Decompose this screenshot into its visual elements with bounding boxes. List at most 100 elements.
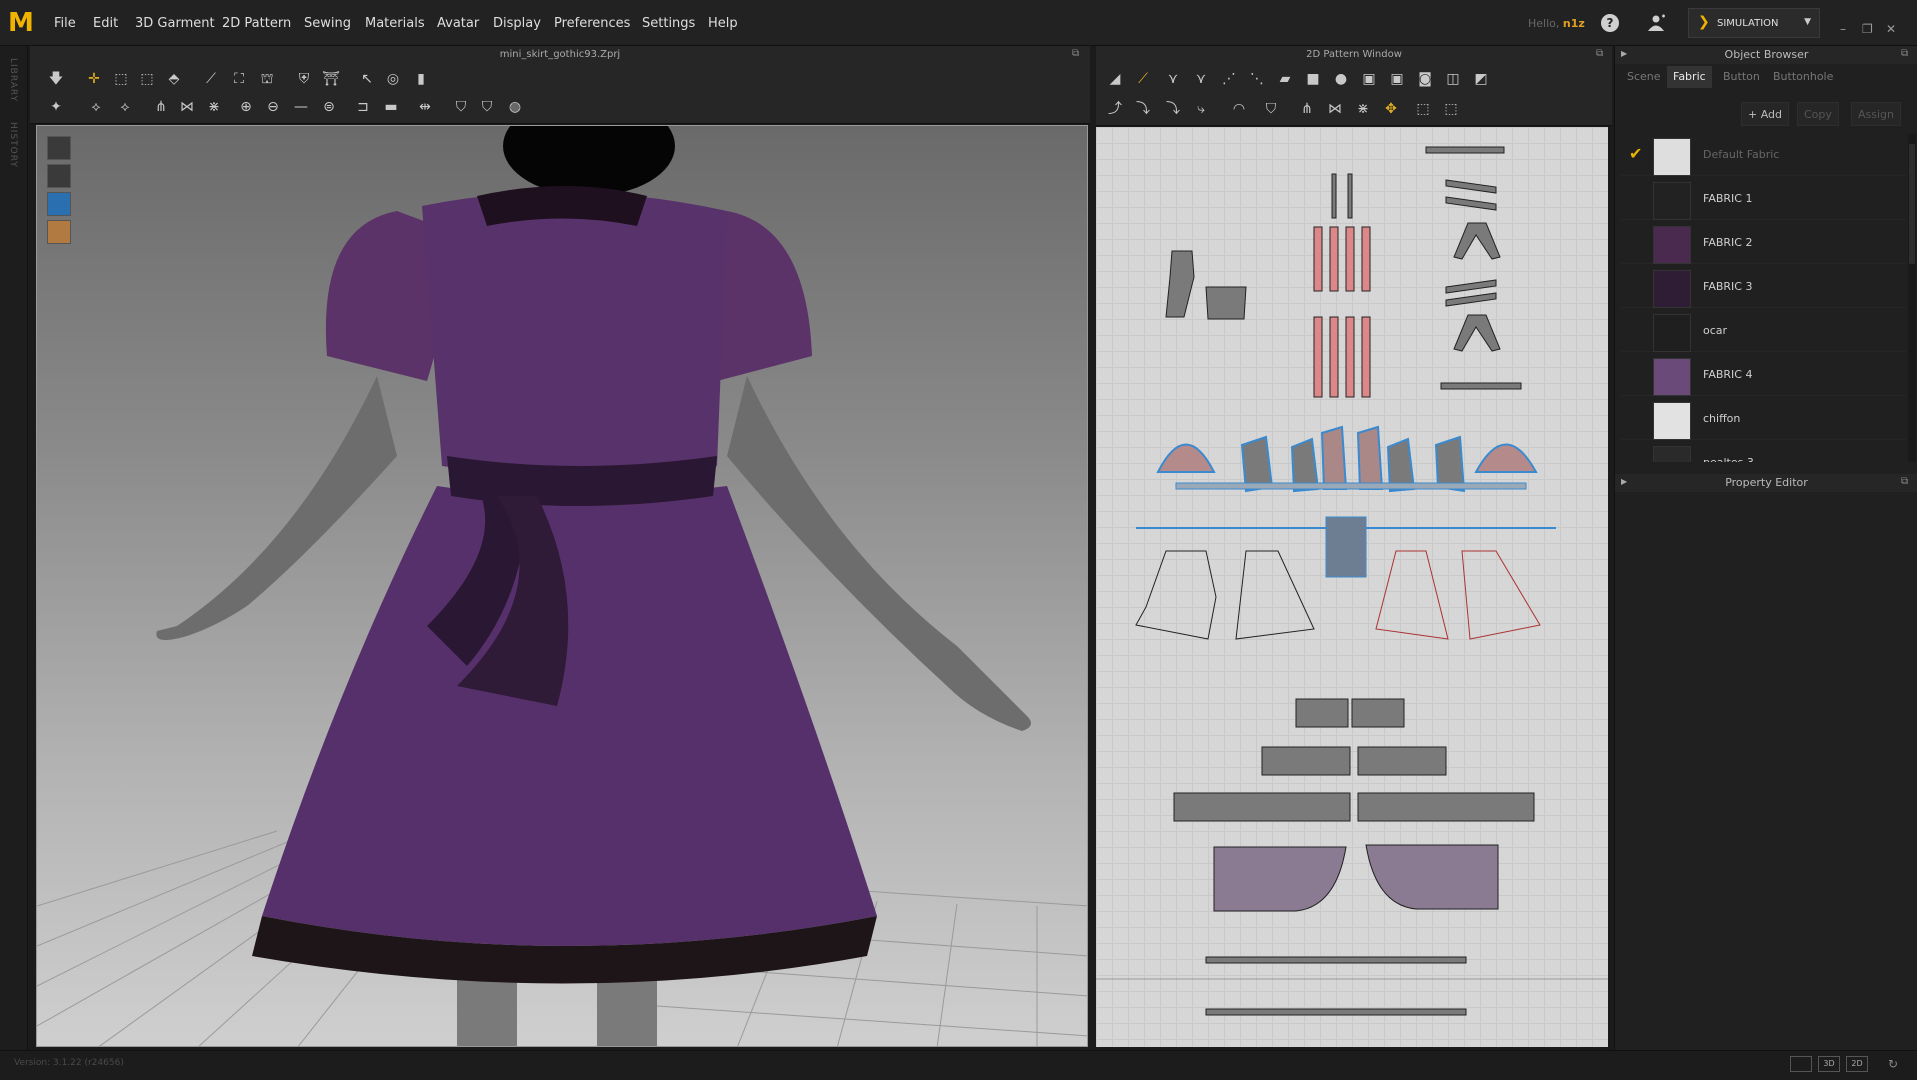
- 2d-trace-icon[interactable]: ✥: [1380, 98, 1402, 120]
- 2d-edit-pattern-icon[interactable]: ⟋: [1132, 68, 1154, 90]
- fold-icon[interactable]: ⬘: [163, 68, 185, 90]
- 2d-curvature-icon[interactable]: ⋰: [1218, 68, 1240, 90]
- copy-fabric-button[interactable]: Copy: [1797, 102, 1839, 126]
- fabric-row[interactable]: FABRIC 1: [1621, 176, 1906, 220]
- fabric-swatch[interactable]: [1653, 314, 1691, 352]
- 2d-free-stitch-icon[interactable]: ⋈: [1324, 98, 1346, 120]
- tack-icon[interactable]: ⛶: [228, 68, 250, 90]
- restore-button[interactable]: ❐: [1862, 22, 1873, 36]
- menu-materials[interactable]: Materials: [365, 16, 425, 31]
- fabric-swatch[interactable]: [1653, 358, 1691, 396]
- 2d-transform-icon[interactable]: ◢: [1104, 68, 1126, 90]
- tape-icon[interactable]: ⛉: [450, 96, 472, 118]
- 2d-stitch-icon[interactable]: ⋔: [1296, 98, 1318, 120]
- shirt-icon[interactable]: ⛨: [293, 68, 315, 90]
- menu-2d-pattern[interactable]: 2D Pattern: [222, 16, 291, 31]
- 2d-internal-circle-icon[interactable]: ◙: [1414, 68, 1436, 90]
- 2d-rectangle-icon[interactable]: ■: [1302, 68, 1324, 90]
- free-sew-icon[interactable]: ⋈: [176, 96, 198, 118]
- object-browser-collapse-icon[interactable]: ▶: [1621, 49, 1627, 58]
- check-sew-icon[interactable]: ⋇: [203, 96, 225, 118]
- measure-icon[interactable]: ⇹: [414, 96, 436, 118]
- fabric-swatch[interactable]: [1653, 226, 1691, 264]
- simulation-button[interactable]: ❯ SIMULATION ▼: [1688, 8, 1820, 38]
- tab-scene[interactable]: Scene: [1621, 66, 1667, 88]
- 2d-dart-icon[interactable]: ◫: [1442, 68, 1464, 90]
- menu-preferences[interactable]: Preferences: [554, 16, 630, 31]
- fabric-swatch[interactable]: [1653, 182, 1691, 220]
- menu-sewing[interactable]: Sewing: [304, 16, 351, 31]
- tab-button[interactable]: Button: [1717, 66, 1766, 88]
- fabric-row[interactable]: pealtes 3: [1621, 440, 1906, 462]
- 2d-internal-polygon-icon[interactable]: ▣: [1358, 68, 1380, 90]
- fabric-swatch[interactable]: [1653, 270, 1691, 308]
- close-button[interactable]: ✕: [1886, 22, 1896, 36]
- pin-icon[interactable]: ↖: [356, 68, 378, 90]
- assign-fabric-button[interactable]: Assign: [1851, 102, 1901, 126]
- view-garment-icon[interactable]: [47, 136, 71, 160]
- 2d-window-float-icon[interactable]: ⧉: [1596, 48, 1603, 59]
- 2d-free-sew-icon[interactable]: ⤵: [1162, 98, 1184, 120]
- fabric-list-scroll-thumb[interactable]: [1909, 144, 1915, 264]
- menu-avatar[interactable]: Avatar: [437, 16, 479, 31]
- topstitch-icon[interactable]: ⊐: [352, 96, 374, 118]
- 2d-polygon-icon[interactable]: ▰: [1274, 68, 1296, 90]
- zipper-icon[interactable]: ⊜: [318, 96, 340, 118]
- history-tab[interactable]: HISTORY: [8, 122, 18, 168]
- avatar-pose-icon[interactable]: ✦: [45, 96, 67, 118]
- tab-fabric[interactable]: Fabric: [1667, 66, 1712, 88]
- menu-help[interactable]: Help: [708, 16, 738, 31]
- garment-icon[interactable]: ⛫: [256, 68, 278, 90]
- fabric-row[interactable]: ✔ Default Fabric: [1621, 132, 1906, 176]
- view-avatar-icon[interactable]: [47, 164, 71, 188]
- select-tool-icon[interactable]: 🡇: [45, 68, 67, 90]
- 2d-segment-sew-icon[interactable]: ⤵: [1132, 98, 1154, 120]
- fabric-row[interactable]: FABRIC 2: [1621, 220, 1906, 264]
- fabric-row[interactable]: FABRIC 4: [1621, 352, 1906, 396]
- view-split-button[interactable]: [1790, 1056, 1812, 1072]
- view-3d-button[interactable]: 3D: [1818, 1056, 1840, 1072]
- segment-sew-icon[interactable]: ⋔: [150, 96, 172, 118]
- edit-point-icon[interactable]: ⟋: [200, 68, 222, 90]
- view-texture-icon[interactable]: [47, 192, 71, 216]
- 3d-window-float-icon[interactable]: ⧉: [1072, 48, 1079, 59]
- fabric-swatch[interactable]: [1653, 402, 1691, 440]
- help-button[interactable]: ?: [1601, 14, 1619, 32]
- 2d-circle-icon[interactable]: ●: [1330, 68, 1352, 90]
- 3d-viewport[interactable]: [36, 125, 1088, 1047]
- select-move-icon[interactable]: ✛: [83, 68, 105, 90]
- 2d-arrange-icon[interactable]: ⬚: [1440, 98, 1462, 120]
- 2d-tuck-icon[interactable]: ◠: [1228, 98, 1250, 120]
- add-fabric-button[interactable]: + Add: [1741, 102, 1790, 126]
- pants-icon[interactable]: ⛩: [320, 68, 342, 90]
- sew-icon[interactable]: ⟡: [114, 96, 136, 118]
- fabric-row[interactable]: chiffon: [1621, 396, 1906, 440]
- fabric-swatch[interactable]: [1653, 446, 1691, 462]
- menu-display[interactable]: Display: [493, 16, 541, 31]
- refresh-icon[interactable]: ↻: [1888, 1057, 1898, 1071]
- property-editor-float-icon[interactable]: ⧉: [1901, 476, 1908, 487]
- texture-icon[interactable]: ◍: [504, 96, 526, 118]
- minimize-button[interactable]: –: [1840, 22, 1846, 36]
- property-editor-collapse-icon[interactable]: ▶: [1621, 477, 1627, 486]
- 2d-sew-icon[interactable]: ⤴: [1104, 98, 1126, 120]
- menu-file[interactable]: File: [54, 16, 76, 31]
- 2d-grade-icon[interactable]: ⬚: [1412, 98, 1434, 120]
- avatar-settings-icon[interactable]: [1645, 14, 1667, 32]
- buttonhole-icon[interactable]: ⊖: [262, 96, 284, 118]
- button-tool-icon[interactable]: ⊕: [235, 96, 257, 118]
- 2d-check-icon[interactable]: ⋇: [1352, 98, 1374, 120]
- menu-edit[interactable]: Edit: [93, 16, 118, 31]
- view-2d-button[interactable]: 2D: [1846, 1056, 1868, 1072]
- 2d-fold-icon[interactable]: ⛉: [1260, 98, 1282, 120]
- fabric-swatch[interactable]: [1653, 138, 1691, 176]
- puckering-icon[interactable]: ▬: [380, 96, 402, 118]
- menu-settings[interactable]: Settings: [642, 16, 695, 31]
- library-tab[interactable]: LIBRARY: [8, 58, 18, 102]
- transform-icon[interactable]: ⬚: [110, 68, 132, 90]
- fit-icon[interactable]: ⛉: [476, 96, 498, 118]
- lasso-icon[interactable]: ◎: [382, 68, 404, 90]
- menu-3d-garment[interactable]: 3D Garment: [135, 16, 215, 31]
- 2d-internal-rect-icon[interactable]: ▣: [1386, 68, 1408, 90]
- box-select-icon[interactable]: ⬚: [136, 68, 158, 90]
